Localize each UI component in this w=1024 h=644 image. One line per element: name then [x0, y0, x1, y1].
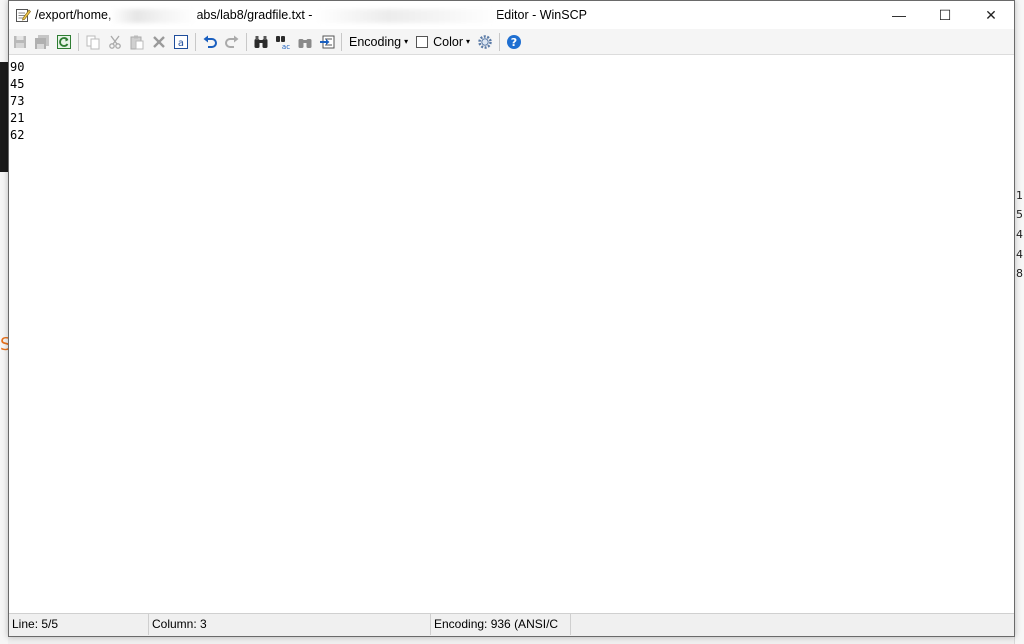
text-editor[interactable]: 90 45 73 21 62	[9, 55, 1014, 614]
editor-line: 73	[10, 94, 25, 108]
editor-line: 62	[10, 128, 25, 142]
gear-icon	[478, 34, 492, 49]
editor-line: 90	[10, 60, 25, 74]
copy-button[interactable]	[82, 31, 104, 53]
reload-icon	[57, 34, 71, 49]
toolbar-separator	[246, 32, 247, 51]
background-orange-text: S	[0, 335, 8, 355]
background-window-left: S	[0, 0, 8, 644]
background-digit: 5	[1016, 208, 1023, 221]
replace-icon: ac	[276, 35, 290, 50]
maximize-button[interactable]: ☐	[922, 1, 968, 29]
toolbar-separator	[499, 32, 501, 51]
goto-line-icon	[320, 35, 335, 48]
help-icon: ?	[507, 34, 522, 49]
delete-icon	[153, 35, 165, 48]
status-line: Line: 5/5	[9, 614, 149, 635]
status-column: Column: 3	[149, 614, 431, 635]
background-digit: 8	[1016, 267, 1023, 280]
find-next-icon	[298, 38, 312, 48]
toolbar-separator	[78, 32, 79, 51]
background-digit: 1	[1016, 189, 1023, 202]
encoding-dropdown[interactable]: Encoding ▾	[345, 31, 412, 53]
color-label: Color	[433, 34, 464, 49]
status-bar: Line: 5/5 Column: 3 Encoding: 936 (ANSI/…	[9, 613, 1014, 636]
delete-button[interactable]	[148, 31, 170, 53]
toolbar-separator	[195, 32, 196, 51]
goto-line-button[interactable]	[316, 31, 338, 53]
toolbar-separator	[341, 32, 342, 51]
maximize-icon: ☐	[938, 6, 952, 23]
background-window-right: 1 5 4 4 8	[1014, 0, 1024, 644]
redo-button[interactable]	[221, 31, 243, 53]
status-encoding: Encoding: 936 (ANSI/C	[431, 614, 571, 635]
svg-text:?: ?	[511, 36, 517, 49]
editor-line: 45	[10, 77, 25, 91]
select-all-icon: a	[174, 34, 188, 49]
close-button[interactable]: ✕	[968, 1, 1014, 29]
save-button[interactable]	[9, 31, 31, 53]
background-digit: 4	[1016, 248, 1023, 261]
color-dropdown[interactable]: Color ▾	[412, 31, 474, 53]
editor-line: 21	[10, 111, 25, 125]
dropdown-arrow-icon: ▾	[404, 37, 409, 46]
select-all-button[interactable]: a	[170, 31, 192, 53]
paste-button[interactable]	[126, 31, 148, 53]
find-next-button[interactable]	[294, 31, 316, 53]
help-button[interactable]: ?	[503, 31, 525, 53]
save-icon	[14, 35, 26, 48]
preferences-button[interactable]	[474, 31, 496, 53]
encoding-label: Encoding	[349, 34, 402, 49]
background-digit: 4	[1016, 228, 1023, 241]
close-icon: ✕	[985, 6, 997, 23]
replace-button[interactable]: ac	[272, 31, 294, 53]
toolbar: a ac Encoding ▾ Color ▾ ?	[9, 29, 1014, 55]
paste-icon	[130, 35, 144, 49]
svg-text:a: a	[178, 38, 184, 49]
window-title: /export/home, abs/lab8/gradfile.txt - Edi…	[35, 8, 587, 23]
background-terminal	[0, 62, 8, 172]
binoculars-icon	[254, 35, 268, 48]
dropdown-arrow-icon: ▾	[466, 37, 471, 46]
redo-icon	[225, 35, 239, 48]
scissors-icon	[109, 35, 121, 49]
save-all-icon	[35, 34, 49, 49]
copy-icon	[86, 35, 100, 49]
minimize-button[interactable]: —	[876, 1, 922, 29]
cut-button[interactable]	[104, 31, 126, 53]
undo-button[interactable]	[199, 31, 221, 53]
undo-icon	[203, 35, 217, 48]
notepad-edit-icon	[15, 7, 31, 23]
minimize-icon: —	[892, 7, 906, 23]
editor-window: /export/home, abs/lab8/gradfile.txt - Edi…	[8, 0, 1015, 637]
reload-button[interactable]	[53, 31, 75, 53]
color-checkbox[interactable]	[416, 35, 429, 48]
svg-text:ac: ac	[282, 43, 290, 50]
save-all-button[interactable]	[31, 31, 53, 53]
title-bar[interactable]: /export/home, abs/lab8/gradfile.txt - Edi…	[9, 1, 1014, 29]
find-button[interactable]	[250, 31, 272, 53]
